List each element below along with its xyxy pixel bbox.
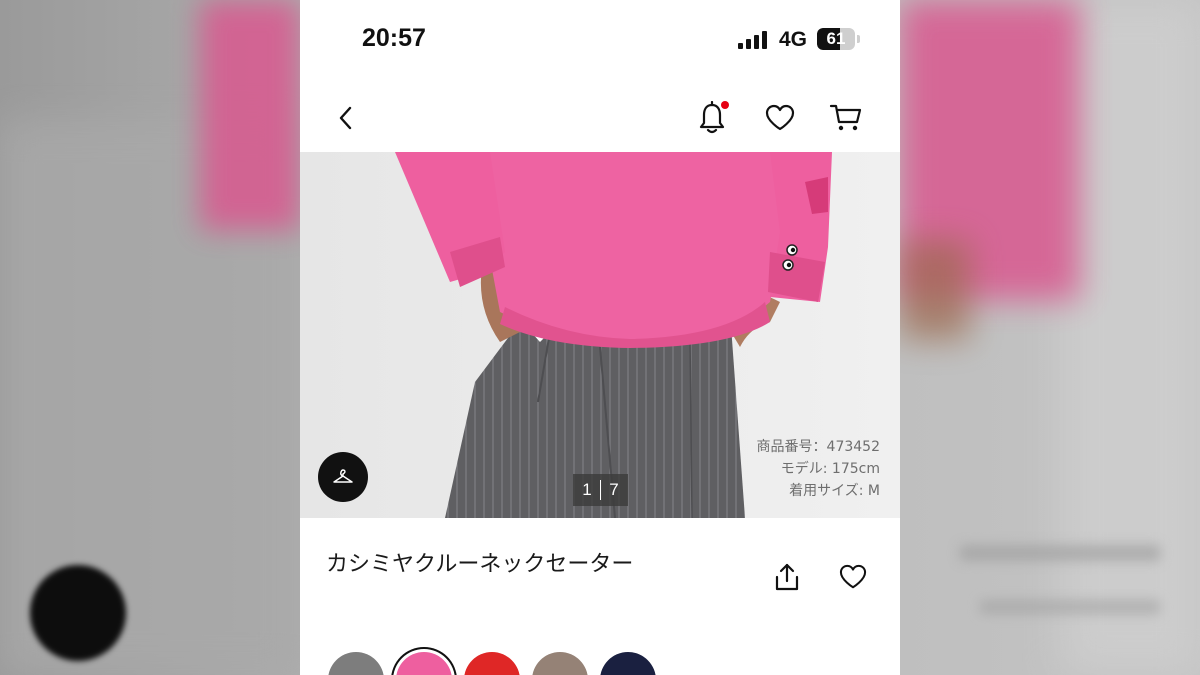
color-swatch[interactable] [532, 652, 588, 675]
heart-icon [839, 564, 867, 589]
battery-level: 61 [826, 29, 846, 48]
pager-total: 7 [609, 480, 619, 499]
pager-separator [599, 480, 602, 500]
worn-size: 着用サイズ: M [789, 483, 880, 499]
notification-badge [721, 101, 729, 109]
model-height: モデル: 175cm [780, 461, 880, 477]
blurred-floating-button [30, 565, 126, 661]
hanger-icon [333, 469, 353, 483]
product-title: カシミヤクルーネックセーター [326, 552, 634, 577]
notification-button[interactable] [690, 96, 734, 140]
battery-tip [857, 35, 860, 43]
color-swatch[interactable] [328, 652, 384, 675]
product-number: 商品番号：473452 [756, 439, 880, 455]
pager-current: 1 [582, 480, 592, 499]
status-time: 20:57 [362, 24, 426, 52]
share-button[interactable] [767, 557, 807, 597]
network-type: 4G [779, 28, 808, 51]
back-button[interactable] [324, 96, 368, 140]
battery-icon: 61 [817, 28, 855, 50]
signal-icon [738, 31, 772, 49]
color-swatches [326, 648, 886, 675]
product-meta: 商品番号：473452 モデル: 175cm 着用サイズ: M [757, 436, 880, 502]
status-bar: 20:57 4G 61 [300, 0, 900, 80]
wishlist-button[interactable] [758, 96, 802, 140]
top-nav [300, 90, 900, 150]
image-pager: 1 7 [573, 474, 628, 506]
color-swatch[interactable] [464, 652, 520, 675]
product-image-carousel[interactable]: 商品番号：473452 モデル: 175cm 着用サイズ: M 1 7 [300, 152, 900, 518]
color-swatch[interactable] [600, 652, 656, 675]
share-icon [775, 563, 799, 591]
phone-screen: 20:57 4G 61 商品番号：473452 モデル: 175cm 着用サイズ… [300, 0, 900, 675]
chevron-left-icon [339, 106, 352, 130]
cart-button[interactable] [824, 96, 868, 140]
color-swatch[interactable] [396, 652, 452, 675]
cart-icon [829, 104, 862, 131]
favorite-button[interactable] [833, 557, 873, 597]
try-on-button[interactable] [318, 452, 368, 502]
heart-icon [765, 104, 795, 131]
